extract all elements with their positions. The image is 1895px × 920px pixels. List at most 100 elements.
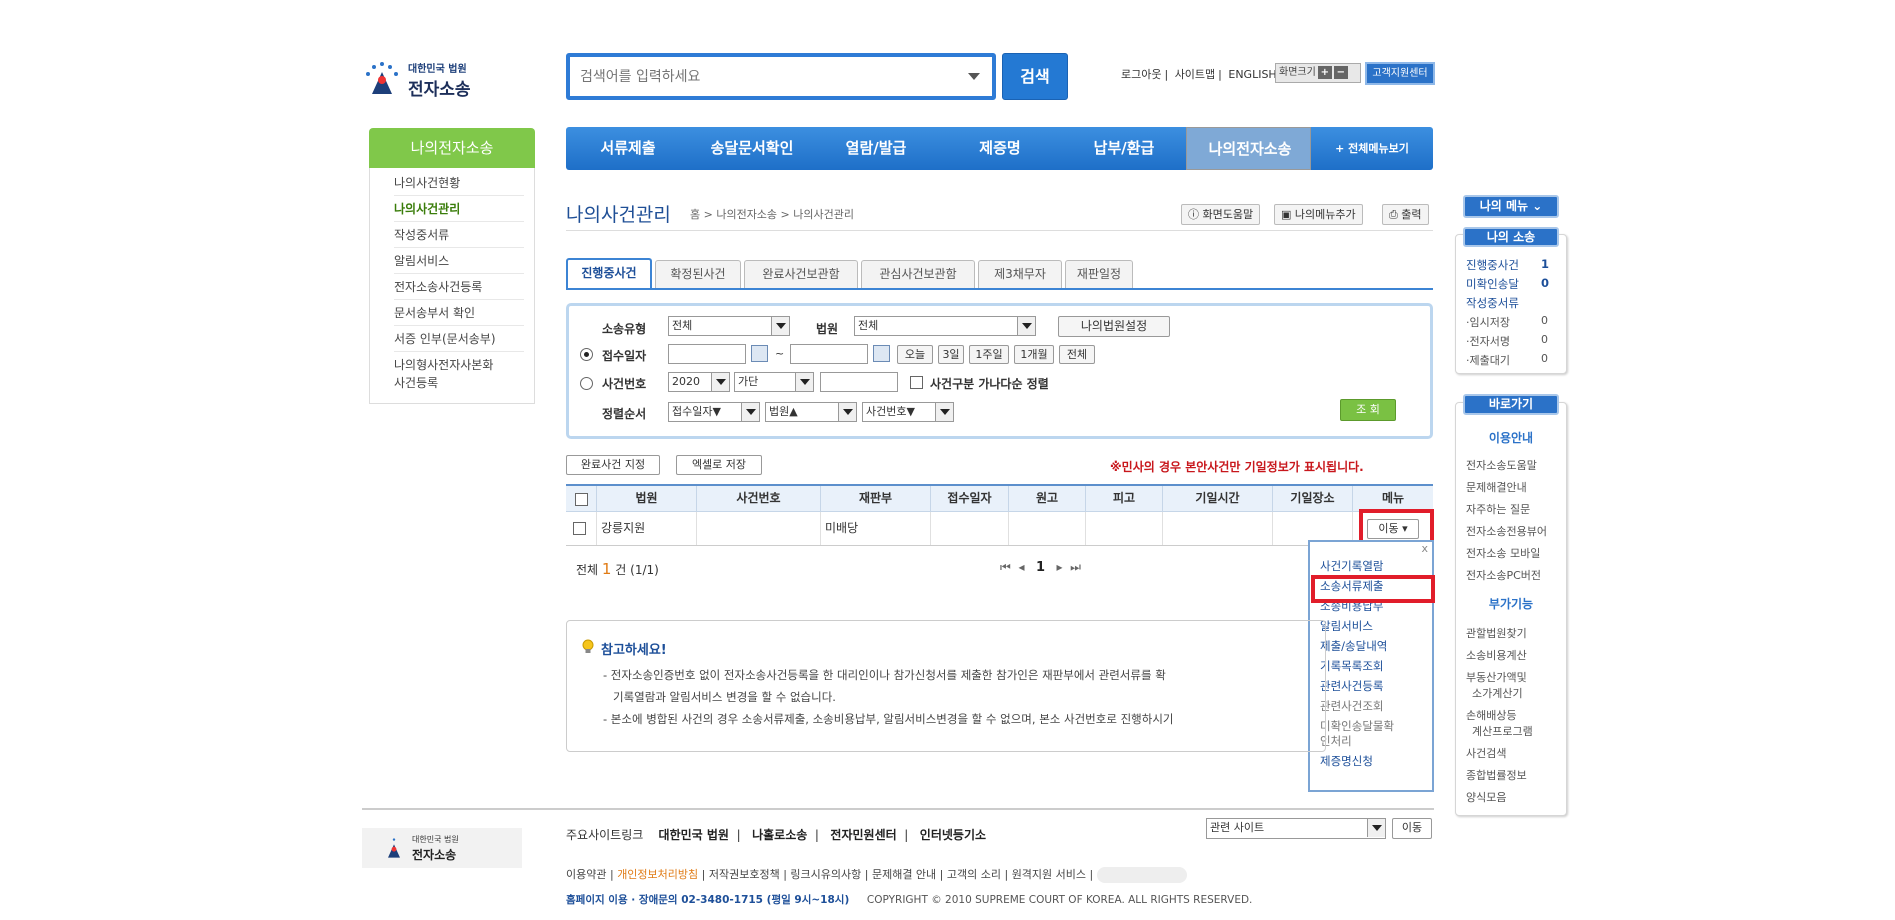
zoom-out-button[interactable]: − (1333, 65, 1348, 79)
tab-completed[interactable]: 완료사건보관함 (744, 260, 858, 288)
first-page-icon[interactable]: ⏮ (1000, 560, 1011, 574)
logout-link[interactable]: 로그아웃 (1121, 68, 1161, 81)
tab-interest[interactable]: 관심사건보관함 (861, 260, 975, 288)
extra-item[interactable]: 종합법률정보 (1466, 767, 1527, 783)
my-case-item[interactable]: 진행중사건 (1466, 257, 1519, 273)
my-court-setting-button[interactable]: 나의법원설정 (1058, 316, 1170, 337)
site-logo[interactable]: 대한민국 법원 전자소송 (362, 56, 482, 100)
footer-policy-link[interactable]: 원격지원 서비스 (1012, 868, 1086, 881)
footer-privacy-link[interactable]: 개인정보처리방침 (617, 868, 698, 881)
left-menu-item[interactable]: 서증 인부(문서송부) (394, 332, 524, 352)
extra-item-cont[interactable]: 계산프로그램 (1472, 723, 1533, 739)
footer-policy-link[interactable]: 고객의 소리 (947, 868, 1001, 881)
date-1week-button[interactable]: 1주일 (969, 345, 1009, 364)
left-menu-item[interactable]: 나의사건현황 (394, 176, 524, 196)
date-1month-button[interactable]: 1개월 (1014, 345, 1054, 364)
sort1-select[interactable]: 접수일자▼ (668, 402, 760, 422)
draft-item[interactable]: ·전자서명 (1466, 333, 1510, 349)
help-button[interactable]: ⓘ 화면도움말 (1181, 204, 1261, 225)
date-today-button[interactable]: 오늘 (897, 345, 933, 364)
select-all-checkbox[interactable] (575, 493, 588, 506)
nav-all-menu[interactable]: + 전체메뉴보기 (1311, 127, 1433, 170)
nav-my-ecourt[interactable]: 나의전자소송 (1186, 127, 1311, 170)
add-my-menu-button[interactable]: ▣ 나의메뉴추가 (1274, 204, 1363, 225)
footer-policy-link[interactable]: 이용약관 (566, 868, 606, 881)
calendar-icon[interactable] (751, 345, 768, 362)
popup-record-list[interactable]: 기록목록조회 (1320, 658, 1383, 674)
guide-item[interactable]: 전자소송PC버전 (1466, 567, 1541, 583)
my-case-item[interactable]: 미확인송달 (1466, 276, 1519, 292)
my-case-count[interactable]: 0 (1541, 276, 1549, 290)
left-menu-item[interactable]: 전자소송사건등록 (394, 280, 524, 300)
nav-view-issue[interactable]: 열람/발급 (814, 127, 938, 170)
close-icon[interactable]: x (1421, 542, 1428, 555)
date-3days-button[interactable]: 3일 (938, 345, 964, 364)
tab-in-progress[interactable]: 진행중사건 (566, 258, 652, 288)
popup-related-register[interactable]: 관련사건등록 (1320, 678, 1383, 694)
case-serial-input[interactable] (820, 372, 898, 392)
case-number-radio[interactable] (580, 377, 593, 390)
date-all-button[interactable]: 전체 (1059, 345, 1095, 364)
nav-payment[interactable]: 납부/환급 (1062, 127, 1186, 170)
footer-link[interactable]: 나홀로소송 (752, 828, 807, 842)
extra-item[interactable]: 소송비용계산 (1466, 647, 1527, 663)
popup-submission-history[interactable]: 제출/송달내역 (1320, 638, 1387, 654)
customer-center-button[interactable]: 고객지원센터 (1365, 62, 1435, 85)
my-case-count[interactable]: 1 (1541, 257, 1549, 271)
guide-item[interactable]: 전자소송 모바일 (1466, 545, 1540, 561)
my-menu-button[interactable]: 나의 메뉴 ⌄ (1463, 195, 1559, 218)
related-site-select[interactable]: 관련 사이트 (1206, 818, 1386, 839)
complete-case-button[interactable]: 완료사건 지정 (566, 455, 660, 475)
left-menu-item-active[interactable]: 나의사건관리 (394, 202, 524, 222)
date-from-input[interactable] (668, 344, 746, 364)
extra-item[interactable]: 부동산가액및 (1466, 669, 1527, 685)
footer-policy-link[interactable]: 링크시유의사항 (790, 868, 861, 881)
date-to-input[interactable] (790, 344, 868, 364)
tab-schedule[interactable]: 재판일정 (1065, 260, 1133, 288)
row-checkbox[interactable] (573, 522, 586, 535)
next-page-icon[interactable]: ▸ (1056, 560, 1062, 574)
footer-policy-link[interactable]: 문제해결 안내 (872, 868, 936, 881)
popup-unconfirmed-delivery[interactable]: 미확인송달물확 (1320, 718, 1394, 734)
guide-item[interactable]: 자주하는 질문 (1466, 501, 1530, 517)
tab-third-debtor[interactable]: 제3채무자 (978, 260, 1062, 288)
extra-item[interactable]: 손해배상등 (1466, 707, 1517, 723)
tab-confirmed[interactable]: 확정된사건 (655, 260, 741, 288)
receipt-date-radio[interactable] (580, 348, 593, 361)
draft-item[interactable]: ·제출대기 (1466, 352, 1510, 368)
popup-notification[interactable]: 알림서비스 (1320, 618, 1373, 634)
table-row[interactable]: 강릉지원 미배당 이동 ▾ (566, 512, 1433, 546)
guide-item[interactable]: 전자소송전용뷰어 (1466, 523, 1547, 539)
footer-link[interactable]: 인터넷등기소 (920, 828, 986, 842)
footer-link[interactable]: 대한민국 법원 (659, 828, 729, 842)
related-site-go-button[interactable]: 이동 (1392, 818, 1432, 839)
english-link[interactable]: ENGLISH (1228, 68, 1276, 81)
sitemap-link[interactable]: 사이트맵 (1175, 68, 1215, 81)
left-menu-item-cont[interactable]: 사건등록 (394, 376, 524, 395)
search-dropdown-icon[interactable] (968, 73, 980, 80)
left-menu-item[interactable]: 알림서비스 (394, 254, 524, 274)
zoom-in-button[interactable]: + (1317, 65, 1332, 79)
case-gubun-select[interactable]: 가단 (734, 372, 814, 392)
left-menu-item[interactable]: 작성중서류 (394, 228, 524, 248)
popup-record-view[interactable]: 사건기록열람 (1320, 558, 1383, 574)
guide-item[interactable]: 문제해결안내 (1466, 479, 1527, 495)
year-select[interactable]: 2020 (668, 372, 730, 392)
current-page[interactable]: 1 (1036, 560, 1045, 575)
search-box[interactable] (566, 53, 996, 100)
nav-delivery-check[interactable]: 송달문서확인 (690, 127, 814, 170)
prev-page-icon[interactable]: ◂ (1018, 560, 1024, 574)
excel-save-button[interactable]: 엑셀로 저장 (676, 455, 762, 475)
draft-item[interactable]: ·임시저장 (1466, 314, 1510, 330)
nav-submit-docs[interactable]: 서류제출 (566, 127, 690, 170)
sort2-select[interactable]: 법원▲ (765, 402, 857, 422)
court-select[interactable]: 전체 (854, 316, 1036, 336)
sort-by-gubun-checkbox[interactable] (910, 376, 923, 389)
cell-case-number[interactable] (696, 512, 820, 545)
my-case-item[interactable]: 작성중서류 (1466, 295, 1519, 311)
left-menu-item[interactable]: 나의형사전자사본화 (394, 358, 524, 373)
last-page-icon[interactable]: ⏭ (1070, 560, 1081, 574)
footer-link[interactable]: 전자민원센터 (830, 828, 896, 842)
guide-item[interactable]: 전자소송도움말 (1466, 457, 1537, 473)
extra-item[interactable]: 양식모음 (1466, 789, 1506, 805)
